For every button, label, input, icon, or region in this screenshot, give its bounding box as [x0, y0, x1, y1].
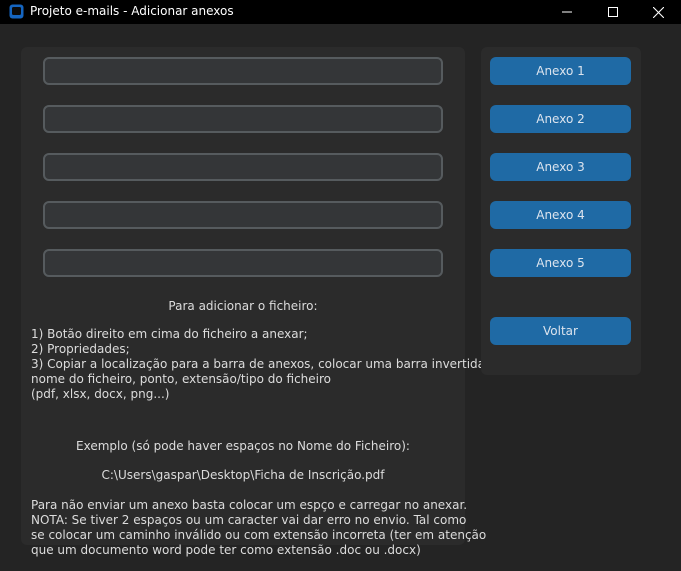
- close-button[interactable]: [635, 0, 681, 24]
- instruction-step: nome do ficheiro, ponto, extensão/tipo d…: [31, 372, 331, 386]
- instructions-notes: Para não enviar um anexo basta colocar u…: [31, 498, 487, 558]
- note-line: que um documento word pode ter como exte…: [31, 543, 421, 557]
- app-window-icon: [9, 4, 24, 19]
- instructions-steps: 1) Botão direito em cima do ficheiro a a…: [31, 327, 489, 402]
- attachment-3-input[interactable]: [43, 153, 443, 181]
- maximize-icon: [608, 7, 618, 17]
- window-title: Projeto e-mails - Adicionar anexos: [30, 4, 234, 18]
- back-button[interactable]: Voltar: [490, 317, 631, 345]
- attach-3-button[interactable]: Anexo 3: [490, 153, 631, 181]
- attach-1-button[interactable]: Anexo 1: [490, 57, 631, 85]
- minimize-icon: [562, 11, 572, 13]
- maximize-button[interactable]: [590, 0, 636, 24]
- attach-5-button[interactable]: Anexo 5: [490, 249, 631, 277]
- close-icon: [652, 6, 664, 18]
- attachment-5-input[interactable]: [43, 249, 443, 277]
- instruction-step: (pdf, xlsx, docx, png...): [31, 387, 170, 401]
- window-client-area: Para adicionar o ficheiro: 1) Botão dire…: [0, 24, 681, 571]
- attachment-1-input[interactable]: [43, 57, 443, 85]
- example-path: C:\Users\gaspar\Desktop\Ficha de Inscriç…: [101, 468, 385, 482]
- note-line: NOTA: Se tiver 2 espaços ou um caracter …: [31, 513, 467, 527]
- attach-4-button[interactable]: Anexo 4: [490, 201, 631, 229]
- instruction-step: 1) Botão direito em cima do ficheiro a a…: [31, 327, 308, 341]
- buttons-frame: Anexo 1 Anexo 2 Anexo 3 Anexo 4 Anexo 5 …: [481, 47, 641, 375]
- example-label: Exemplo (só pode haver espaços no Nome d…: [76, 439, 410, 453]
- instructions-heading: Para adicionar o ficheiro:: [168, 299, 318, 313]
- attachment-2-input[interactable]: [43, 105, 443, 133]
- attachments-frame: Para adicionar o ficheiro: 1) Botão dire…: [21, 47, 489, 557]
- attachment-4-input[interactable]: [43, 201, 443, 229]
- instruction-step: 3) Copiar a localização para a barra de …: [31, 357, 489, 371]
- instruction-step: 2) Propriedades;: [31, 342, 130, 356]
- minimize-button[interactable]: [544, 0, 590, 24]
- title-bar: Projeto e-mails - Adicionar anexos: [0, 0, 681, 24]
- note-line: Para não enviar um anexo basta colocar u…: [31, 498, 468, 512]
- note-line: se colocar um caminho inválido ou com ex…: [31, 528, 487, 542]
- attach-2-button[interactable]: Anexo 2: [490, 105, 631, 133]
